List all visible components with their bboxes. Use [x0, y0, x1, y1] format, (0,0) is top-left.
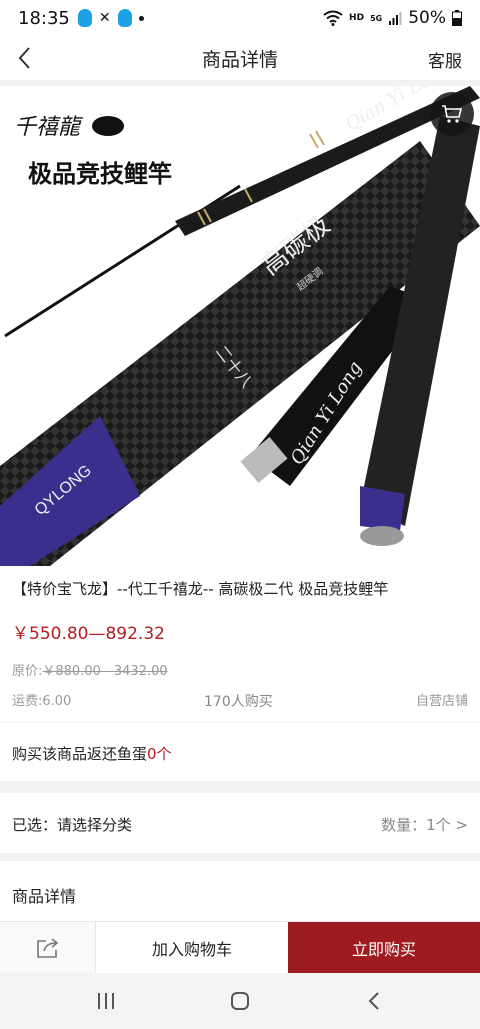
home-icon	[231, 992, 249, 1010]
original-price: 原价:￥880.00—3432.00	[12, 660, 168, 679]
product-price: ￥550.80—892.32	[12, 624, 165, 644]
customer-service-button[interactable]: 客服	[428, 47, 462, 72]
cart-icon	[442, 105, 463, 123]
shipping-fee: 运费:6.00	[12, 694, 72, 709]
battery-percent: 50%	[408, 8, 446, 28]
product-image[interactable]: QYLONG 高碳极 超硬调 二十八 Qian Yi Long Qian Yi …	[0, 86, 480, 566]
wifi-icon	[323, 10, 343, 26]
system-nav-bar	[0, 973, 480, 1029]
status-bar: 18:35 ✕ HD 5G 50%	[0, 0, 480, 36]
add-to-cart-button[interactable]: 加入购物车	[96, 922, 288, 974]
notification-dot-icon	[138, 15, 144, 21]
battery-icon	[452, 10, 462, 26]
product-details-section: 商品详情	[0, 861, 480, 921]
recent-apps-button[interactable]	[86, 987, 126, 1015]
reward-label: 购买该商品返还鱼蛋	[12, 745, 148, 763]
reward-count: 0个	[147, 745, 172, 763]
floating-cart-button[interactable]	[430, 92, 474, 136]
back-chevron-icon	[368, 992, 379, 1010]
spec-label: 已选：请选择分类	[12, 816, 133, 834]
spec-selector[interactable]: 已选：请选择分类 数量：1个 >	[0, 793, 480, 853]
top-nav-bar: 商品详情 客服	[0, 36, 480, 80]
bottom-action-bar: 加入购物车 立即购买	[0, 921, 480, 974]
signal-icon	[389, 12, 402, 25]
buy-now-button[interactable]: 立即购买	[288, 922, 480, 974]
original-price-label: 原价:	[12, 664, 43, 679]
status-time: 18:35	[18, 7, 70, 29]
network-5g: 5G	[370, 13, 383, 23]
share-icon	[36, 938, 58, 958]
qq-icon	[77, 9, 92, 27]
bird-icon: ✕	[98, 10, 111, 26]
page-title: 商品详情	[201, 48, 278, 71]
reward-text: 购买该商品返还鱼蛋0个	[12, 743, 172, 764]
qq-icon-2	[117, 9, 132, 27]
network-hd: HD	[349, 13, 365, 23]
back-arrow-icon[interactable]	[14, 44, 38, 72]
original-price-value: ￥880.00—3432.00	[42, 664, 168, 679]
store-type: 自营店铺	[415, 694, 468, 709]
home-button[interactable]	[220, 987, 260, 1015]
reward-row: 购买该商品返还鱼蛋0个	[0, 723, 480, 781]
details-label: 商品详情	[12, 887, 77, 906]
share-button[interactable]	[0, 922, 96, 974]
brand-logo-text: 千禧龍	[14, 115, 84, 140]
product-info: 【特价宝飞龙】--代工千禧龙-- 高碳极二代 极品竞技鲤竿 ￥550.80—89…	[0, 566, 480, 722]
product-name: 【特价宝飞龙】--代工千禧龙-- 高碳极二代 极品竞技鲤竿	[12, 580, 389, 598]
recent-apps-icon	[98, 993, 114, 1009]
buyers-count: 170人购买	[204, 694, 273, 710]
headline-text: 极品竞技鲤竿	[28, 160, 172, 188]
back-button[interactable]	[354, 987, 394, 1015]
quantity-selector[interactable]: 数量：1个 >	[381, 814, 468, 835]
